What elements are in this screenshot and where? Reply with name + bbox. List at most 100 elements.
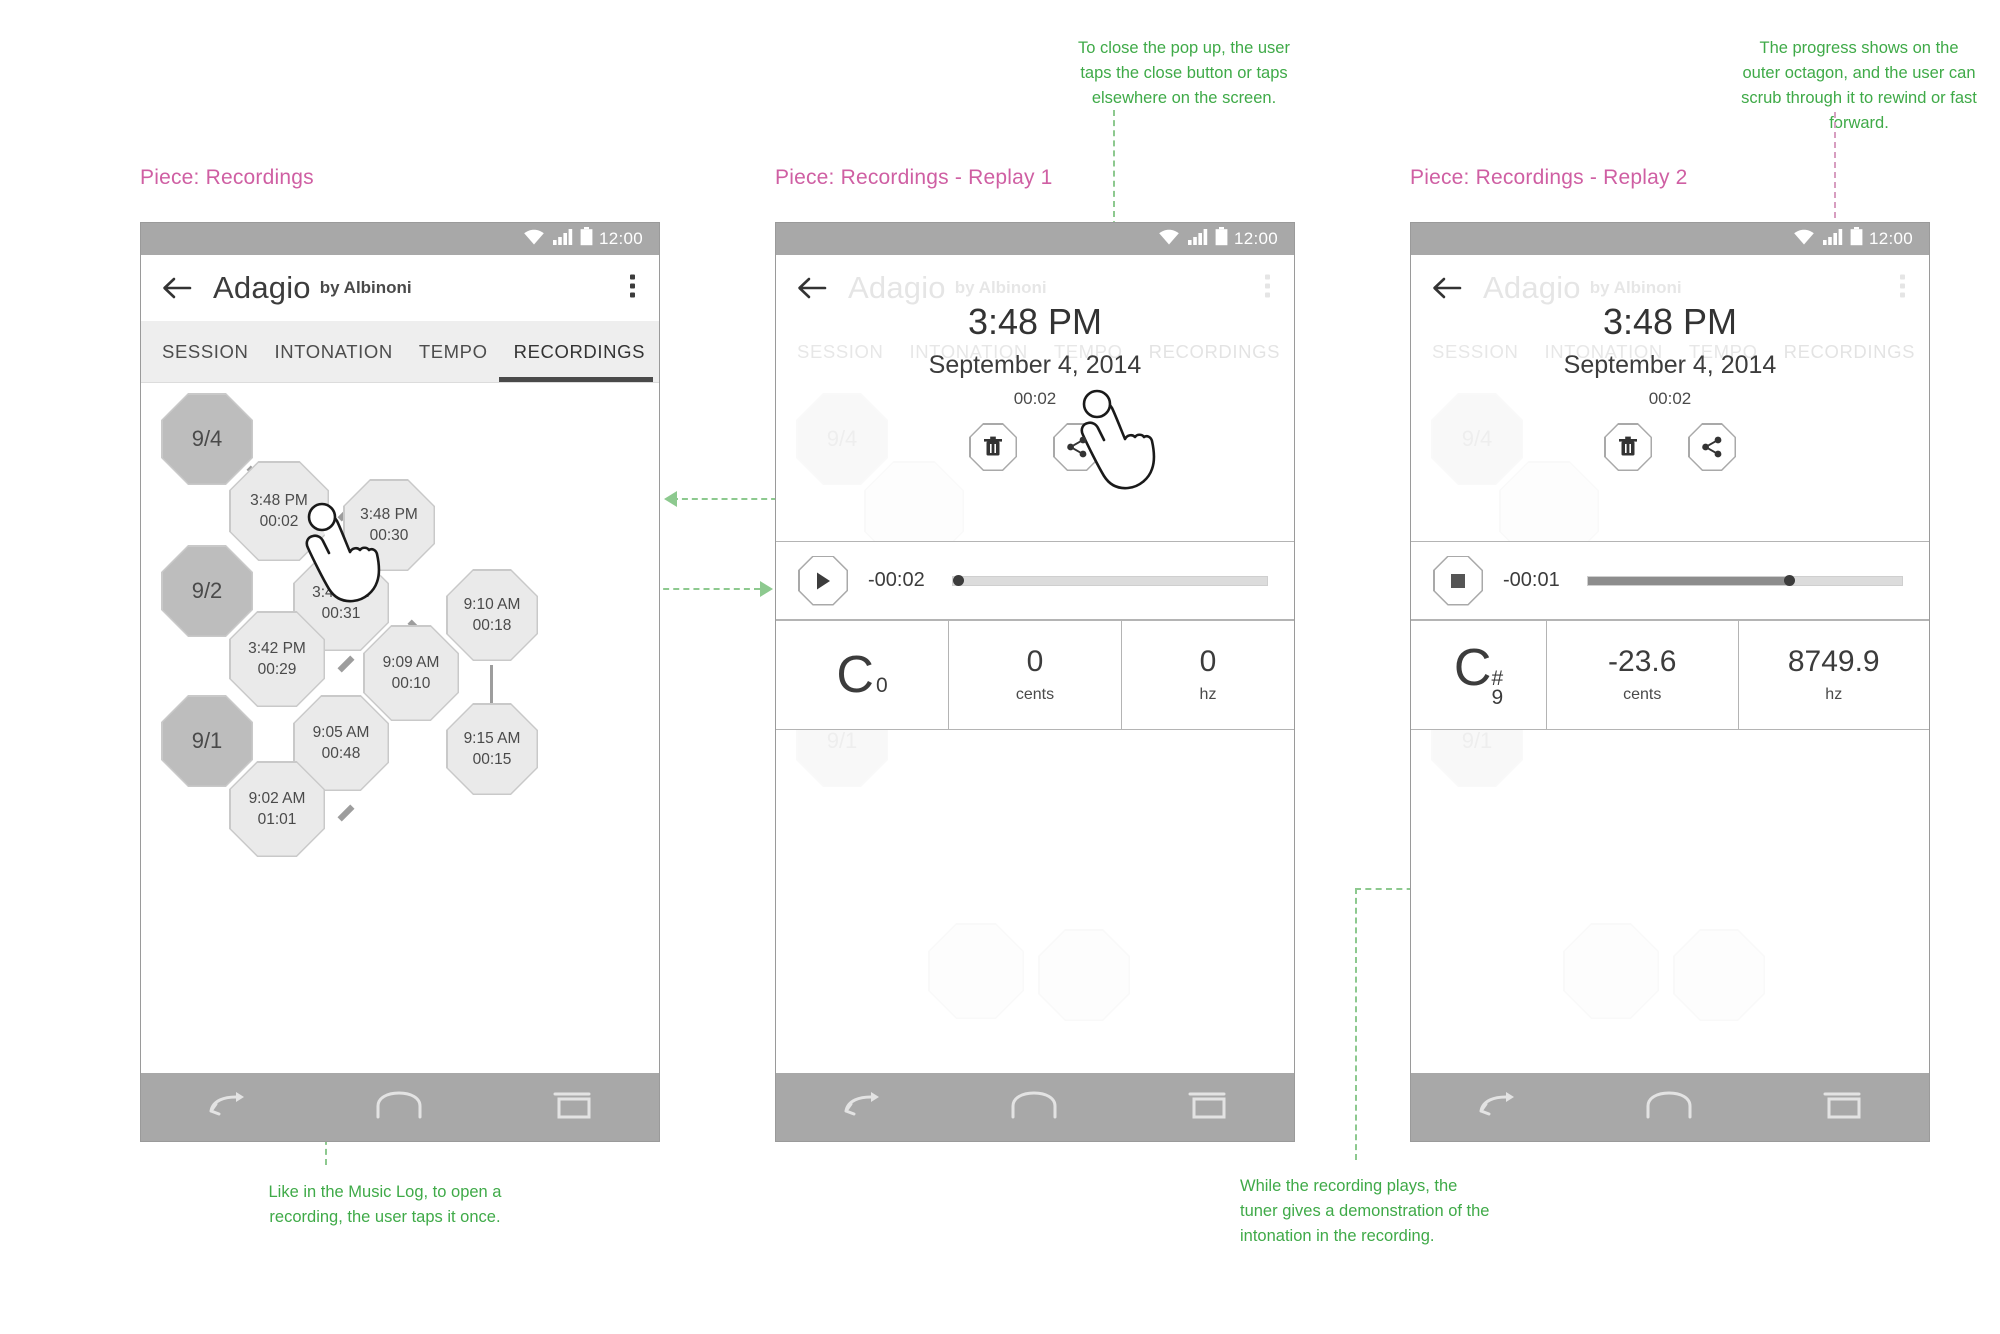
nav-back-icon[interactable] [204, 1090, 248, 1125]
recording-tile[interactable]: 3:42 PM 00:29 [229, 611, 325, 707]
nav-recents-icon[interactable] [1185, 1090, 1231, 1125]
date-group-label: 9/1 [826, 728, 858, 753]
share-recording-button[interactable] [1688, 423, 1736, 471]
status-time: 12:00 [598, 229, 643, 248]
recording-duration: 00:18 [472, 617, 512, 634]
overflow-menu-icon[interactable] [1265, 274, 1270, 302]
screen-title-1: Piece: Recordings [140, 166, 314, 190]
delete-recording-button[interactable] [1604, 423, 1652, 471]
recordings-hive-dimmed-lower [1411, 923, 1929, 1043]
stop-button[interactable] [1433, 555, 1483, 606]
recording-popup: 3:48 PM September 4, 2014 00:02 [776, 301, 1294, 471]
recording-tile[interactable]: 9:02 AM 01:01 [229, 761, 325, 857]
tile-connector [337, 655, 355, 673]
playback-knob[interactable] [953, 575, 964, 586]
signal-icon [552, 228, 574, 251]
recording-duration: 00:31 [321, 605, 361, 622]
wifi-icon [522, 228, 546, 251]
system-nav-bar [776, 1073, 1294, 1141]
date-group-label: 9/4 [191, 426, 223, 451]
tuner-note-letter: C [836, 646, 874, 704]
nav-back-icon[interactable] [1474, 1090, 1518, 1125]
signal-icon [1822, 228, 1844, 251]
recording-time: 9:15 AM [463, 730, 521, 747]
screen-title-2: Piece: Recordings - Replay 1 [775, 166, 1053, 190]
phone-screen-replay-2: 12:00 Adagio by Albinoni SESSION INTONAT… [1410, 222, 1930, 1142]
status-time: 12:00 [1233, 229, 1278, 248]
tab-intonation[interactable]: INTONATION [261, 321, 405, 382]
screen-title-3: Piece: Recordings - Replay 2 [1410, 166, 1688, 190]
tab-tempo[interactable]: TEMPO [406, 321, 501, 382]
tuner-note: C #9 [1454, 642, 1503, 708]
tuner-note-letter: C [1453, 639, 1492, 698]
nav-home-icon[interactable] [1009, 1090, 1059, 1125]
note-progress-scrub-text: The progress shows on the outer octagon,… [1741, 39, 1977, 132]
recording-time: 3:45 PM [312, 584, 370, 601]
recording-time: 3:48 PM [250, 492, 308, 509]
recording-tile[interactable]: 9:09 AM 00:10 [363, 625, 459, 721]
recording-time: 9:02 AM [248, 790, 306, 807]
playback-remaining: -00:01 [1503, 569, 1560, 591]
recording-tile[interactable]: 3:48 PM 00:02 [229, 461, 329, 561]
back-arrow-icon[interactable] [1429, 271, 1463, 305]
playback-scrubber[interactable] [952, 575, 1268, 586]
playback-scrubber[interactable] [1587, 575, 1903, 586]
status-bar: 12:00 [776, 223, 1294, 255]
nav-home-icon[interactable] [1644, 1090, 1694, 1125]
screen-title-1-text: Piece: Recordings [140, 166, 314, 189]
recording-tile[interactable]: 9:15 AM 00:15 [446, 703, 538, 795]
popup-actions [776, 423, 1294, 471]
battery-icon [1215, 227, 1228, 251]
nav-back-icon[interactable] [839, 1090, 883, 1125]
stop-icon [1451, 573, 1465, 588]
tuner-note-cell: C #9 [1411, 621, 1547, 729]
note-tuner-demo-text: While the recording plays, the tuner giv… [1240, 1177, 1490, 1245]
recording-tile[interactable]: 9:10 AM 00:18 [446, 569, 538, 661]
recordings-hive: 9/4 3:48 PM 00:02 3:48 PM 00:30 3:45 PM … [141, 383, 659, 943]
screen-title-3-text: Piece: Recordings - Replay 2 [1410, 166, 1688, 189]
tab-session[interactable]: SESSION [149, 321, 261, 382]
page-subtitle: by Albinoni [954, 278, 1047, 297]
recording-duration: 00:10 [391, 675, 431, 692]
phone-screen-recordings: 12:00 Adagio by Albinoni SESSION INTONAT… [140, 222, 660, 1142]
nav-recents-icon[interactable] [1820, 1090, 1866, 1125]
date-group-label: 9/1 [191, 728, 223, 753]
popup-duration: 00:02 [1013, 389, 1057, 408]
status-time: 12:00 [1868, 229, 1913, 248]
popup-time: 3:48 PM [967, 301, 1103, 342]
battery-icon [580, 227, 593, 251]
recording-duration: 00:02 [259, 513, 299, 530]
playback-knob[interactable] [1783, 575, 1795, 586]
tile-connector [337, 804, 355, 822]
play-button[interactable] [798, 555, 848, 606]
nav-home-icon[interactable] [374, 1090, 424, 1125]
tuner-cents-value: 0 [1026, 644, 1044, 678]
recording-duration: 00:29 [257, 661, 297, 678]
tab-recordings[interactable]: RECORDINGS [501, 321, 658, 382]
overflow-menu-icon[interactable] [630, 274, 635, 302]
play-icon [817, 572, 830, 589]
back-arrow-icon[interactable] [794, 271, 828, 305]
recording-popup: 3:48 PM September 4, 2014 00:02 [1411, 301, 1929, 471]
note-tuner-demo: While the recording plays, the tuner giv… [1240, 1174, 1496, 1249]
tuner-hz-unit: hz [1825, 685, 1843, 703]
tuner-cents-cell: -23.6 cents [1547, 621, 1739, 729]
popup-date: September 4, 2014 [1563, 351, 1777, 379]
recording-tile [1563, 923, 1659, 1019]
overflow-menu-icon[interactable] [1900, 274, 1905, 302]
tuner-note-cell: C0 [776, 621, 949, 729]
recording-duration: 00:48 [321, 745, 361, 762]
nav-recents-icon[interactable] [550, 1090, 596, 1125]
status-bar: 12:00 [1411, 223, 1929, 255]
date-group-tile: 9/4 [161, 393, 253, 485]
share-icon [1702, 436, 1722, 458]
tab-bar: SESSION INTONATION TEMPO RECORDINGS [141, 321, 659, 383]
guide-line-graph-to-note-v [1355, 888, 1357, 1160]
delete-recording-button[interactable] [969, 423, 1017, 471]
note-tap-to-open-text: Like in the Music Log, to open a recordi… [268, 1183, 502, 1226]
share-recording-button[interactable] [1053, 423, 1101, 471]
popup-actions [1411, 423, 1929, 471]
back-arrow-icon[interactable] [159, 271, 193, 305]
recording-duration: 00:15 [472, 751, 512, 768]
tuner-readout: C #9 -23.6 cents 8749.9 hz [1411, 620, 1929, 730]
